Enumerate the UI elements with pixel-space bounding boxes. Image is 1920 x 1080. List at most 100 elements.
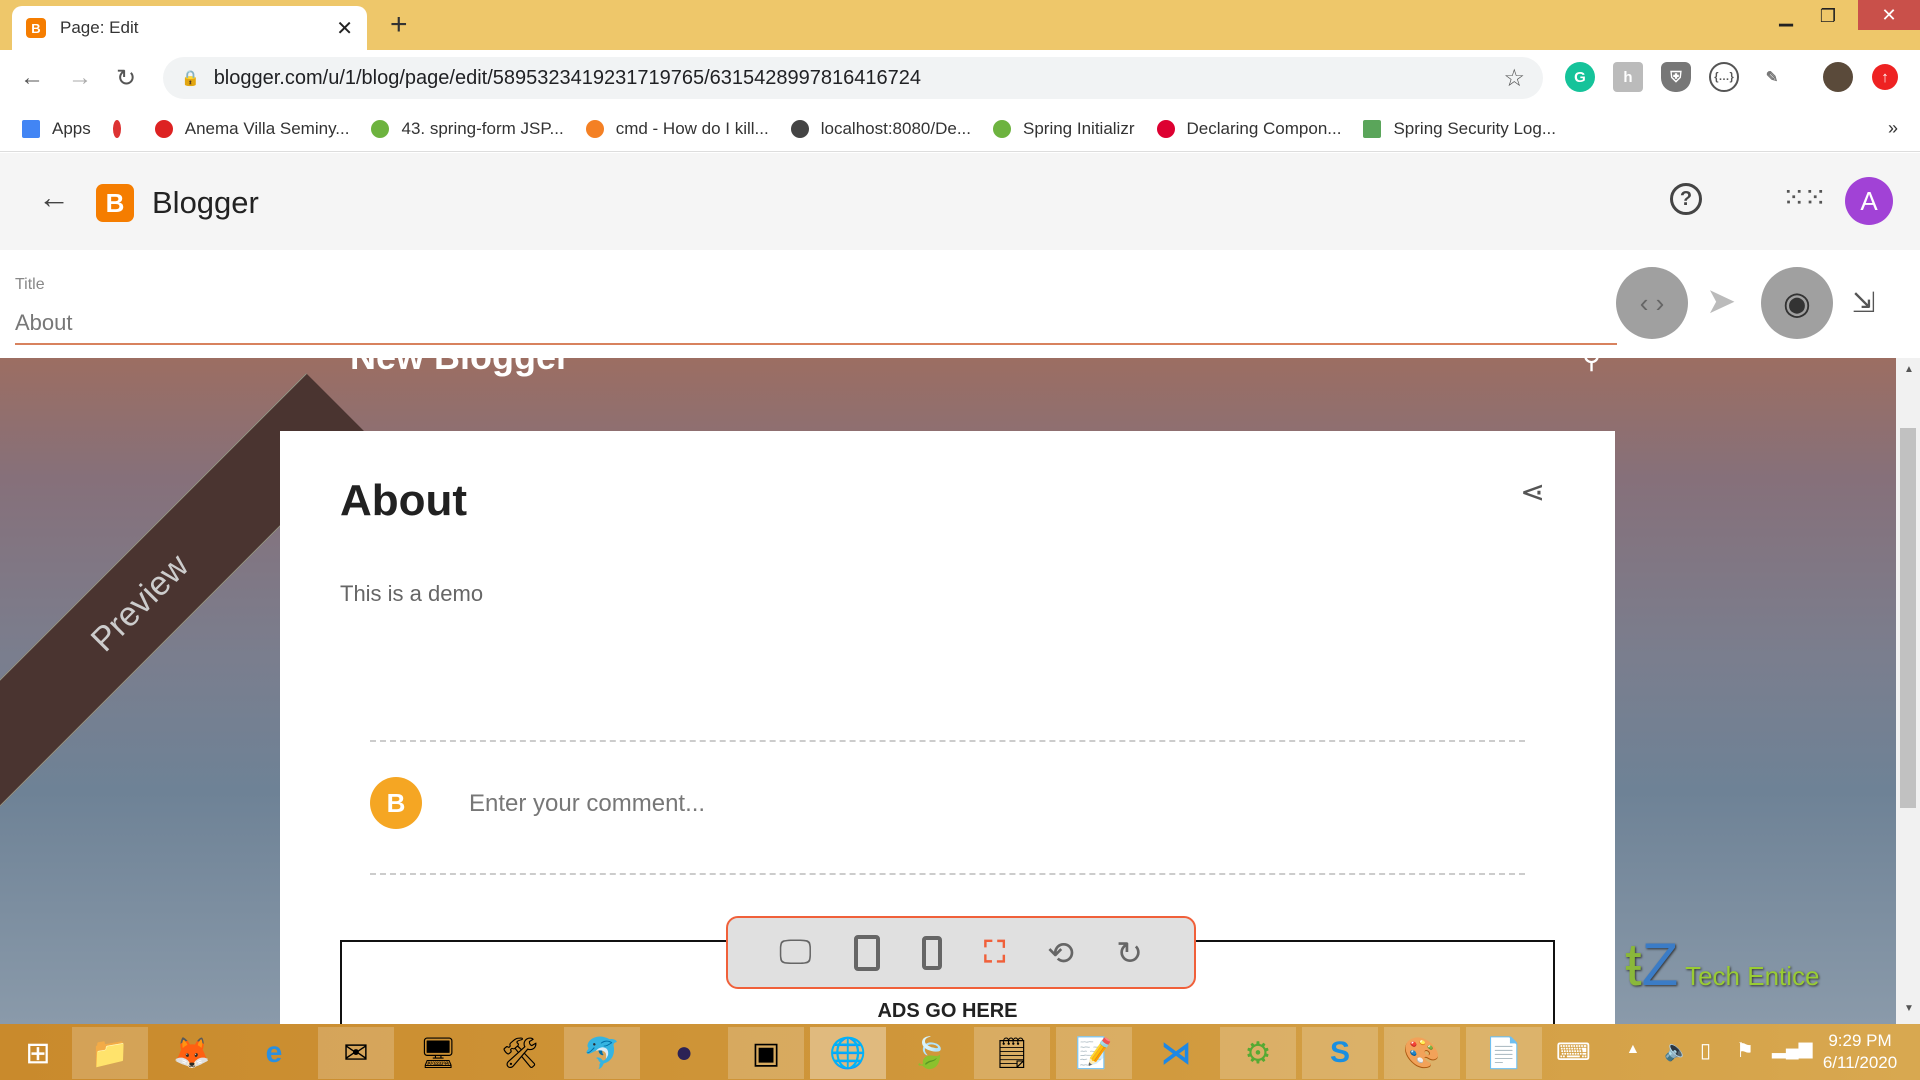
mysql-workbench-icon[interactable]: 🐬 (564, 1027, 640, 1079)
battery-icon[interactable]: ▯ (1700, 1038, 1711, 1063)
sticky-notes-icon[interactable]: 🗒 (974, 1027, 1050, 1079)
adblock-shield-icon[interactable]: ⛨ (1661, 62, 1691, 92)
browser-tab[interactable]: B Page: Edit ✕ (12, 6, 367, 50)
post-body: This is a demo (340, 581, 484, 606)
fullscreen-icon[interactable]: ⛶ (984, 936, 1005, 970)
tablet-view-icon[interactable] (853, 934, 880, 971)
document-viewer-icon[interactable]: 📄 (1466, 1027, 1542, 1079)
windows-taskbar: ⊞ 📁 🦊 e ✉ 🖥 🛠 🐬 ● ▣ 🌐 🍃 🗒 📝 ⋊ ⚙ S 🎨 📄 ⌨ … (0, 1024, 1920, 1080)
post-title: About (340, 476, 468, 525)
bookmark-item[interactable]: cmd - How do I kill... (585, 118, 769, 139)
mobile-view-icon[interactable] (922, 935, 943, 970)
angular-icon (1156, 119, 1175, 138)
close-window-button[interactable]: ✕ (1858, 0, 1920, 30)
back-icon[interactable]: ← (20, 64, 44, 92)
url-text: blogger.com/u/1/blog/page/edit/589532341… (213, 66, 922, 89)
start-windows-icon[interactable]: ⊞ (0, 1027, 76, 1079)
bookmark-item[interactable]: Anema Villa Seminy... (154, 118, 350, 139)
eyedropper-icon[interactable]: ✎ (1757, 62, 1787, 92)
rotate-device-icon[interactable]: ⟲ (1047, 934, 1074, 972)
globe-icon (790, 119, 809, 138)
new-tab-button[interactable]: + (390, 8, 408, 42)
show-hidden-icons-button[interactable]: ▲ (1626, 1040, 1640, 1056)
more-bookmarks-button[interactable]: » (1888, 118, 1898, 139)
chrome-icon[interactable]: 🌐 (810, 1027, 886, 1079)
publish-send-icon[interactable]: ➤ (1706, 280, 1736, 322)
refresh-preview-icon[interactable]: ↻ (1116, 934, 1143, 972)
bookmark-item[interactable]: Declaring Compon... (1156, 118, 1342, 139)
clock[interactable]: 9:29 PM 6/11/2020 (1810, 1030, 1910, 1074)
bookmark-apps[interactable]: Apps (22, 119, 91, 139)
eclipse-icon[interactable]: ● (646, 1027, 722, 1079)
leaf-icon (1363, 119, 1382, 138)
bookmark-java[interactable] (112, 119, 133, 138)
network-signal-icon[interactable]: ▂▄▆ (1772, 1038, 1812, 1059)
back-arrow-icon[interactable]: ← (38, 179, 70, 216)
extension-h-icon[interactable]: h (1613, 62, 1643, 92)
firefox-icon[interactable]: 🦊 (154, 1027, 230, 1079)
paint-icon[interactable]: 🎨 (1384, 1027, 1460, 1079)
bookmark-label: cmd - How do I kill... (615, 118, 769, 138)
lock-icon: 🔒 (181, 70, 200, 87)
notepad-plus-plus-icon[interactable]: 📝 (1056, 1027, 1132, 1079)
internet-explorer-icon[interactable]: e (236, 1027, 312, 1079)
java-icon (112, 119, 121, 138)
skype-icon[interactable]: S (1302, 1027, 1378, 1079)
device-preview-toolbar: 🖵 ⛶ ⟲ ↻ (726, 916, 1196, 989)
command-prompt-icon[interactable]: ▣ (728, 1027, 804, 1079)
forward-icon[interactable]: → (68, 64, 92, 92)
blogger-logo-icon: B (96, 184, 134, 222)
reload-icon[interactable]: ↻ (116, 64, 136, 93)
close-tab-icon[interactable]: ✕ (336, 16, 353, 41)
desktop-view-icon[interactable]: 🖵 (779, 933, 812, 972)
grammarly-icon[interactable]: G (1565, 62, 1595, 92)
search-icon[interactable]: ⚲ (1582, 358, 1601, 375)
commenter-blogger-icon: B (370, 777, 422, 829)
bookmark-item[interactable]: Spring Initializr (993, 119, 1135, 139)
preview-scrollbar[interactable]: ▲ ▼ (1896, 358, 1920, 1024)
bookmark-label: Spring Initializr (1023, 118, 1135, 138)
bookmark-label: Anema Villa Seminy... (184, 118, 350, 138)
volume-icon[interactable]: 🔈 (1664, 1038, 1689, 1063)
html-view-button[interactable]: ‹ › (1616, 267, 1688, 339)
spring-tool-suite-icon[interactable]: 🍃 (892, 1027, 968, 1079)
profile-avatar[interactable] (1823, 62, 1853, 92)
spring-boot-icon[interactable]: ⚙ (1220, 1027, 1296, 1079)
action-center-flag-icon[interactable]: ⚑ (1736, 1038, 1754, 1063)
eye-icon: ◉ (1783, 285, 1811, 321)
bookmark-item[interactable]: localhost:8080/De... (790, 119, 971, 139)
preview-button[interactable]: ◉ (1761, 267, 1833, 339)
blog-header-title: New Blogger (350, 358, 570, 378)
title-input[interactable]: About (15, 310, 1617, 345)
bookmark-label: Declaring Compon... (1186, 118, 1342, 138)
db-tools-icon[interactable]: 🛠 (482, 1027, 558, 1079)
thunderbird-icon[interactable]: ✉ (318, 1027, 394, 1079)
account-avatar[interactable]: A (1845, 177, 1893, 225)
bookmark-item[interactable]: 43. spring-form JSP... (371, 119, 564, 139)
bookmark-item[interactable]: Spring Security Log... (1363, 119, 1556, 139)
clock-time: 9:29 PM (1828, 1031, 1892, 1050)
blogger-header: ← B Blogger ? ⁙⁙ A (0, 153, 1920, 250)
share-icon[interactable]: ⋖ (1520, 475, 1545, 510)
bookmark-label: Spring Security Log... (1393, 118, 1556, 138)
help-icon[interactable]: ? (1670, 183, 1702, 215)
url-input[interactable]: 🔒 blogger.com/u/1/blog/page/edit/5895323… (163, 57, 1543, 99)
restore-button[interactable]: ❐ (1802, 0, 1854, 32)
stackoverflow-icon (585, 119, 604, 138)
scroll-thumb[interactable] (1900, 428, 1916, 808)
save-draft-icon[interactable]: ⇲ (1852, 286, 1875, 319)
comment-input[interactable]: Enter your comment... (469, 790, 705, 818)
update-icon[interactable]: ↑ (1872, 64, 1898, 90)
apps-grid-icon[interactable]: ⁙⁙ (1782, 181, 1827, 214)
file-explorer-icon[interactable]: 📁 (72, 1027, 148, 1079)
divider (370, 873, 1525, 875)
code-icon: ‹ › (1639, 287, 1665, 318)
bookmark-favicon-icon (154, 119, 173, 138)
bookmarks-bar: Apps Anema Villa Seminy... 43. spring-fo… (0, 106, 1920, 152)
bookmark-star-icon[interactable]: ☆ (1503, 64, 1525, 93)
remote-desktop-icon[interactable]: 🖥 (400, 1027, 476, 1079)
touch-keyboard-icon[interactable]: ⌨ (1556, 1038, 1591, 1067)
spring-icon (371, 119, 390, 138)
vscode-icon[interactable]: ⋊ (1138, 1027, 1214, 1079)
json-extension-icon[interactable]: {…} (1709, 62, 1739, 92)
